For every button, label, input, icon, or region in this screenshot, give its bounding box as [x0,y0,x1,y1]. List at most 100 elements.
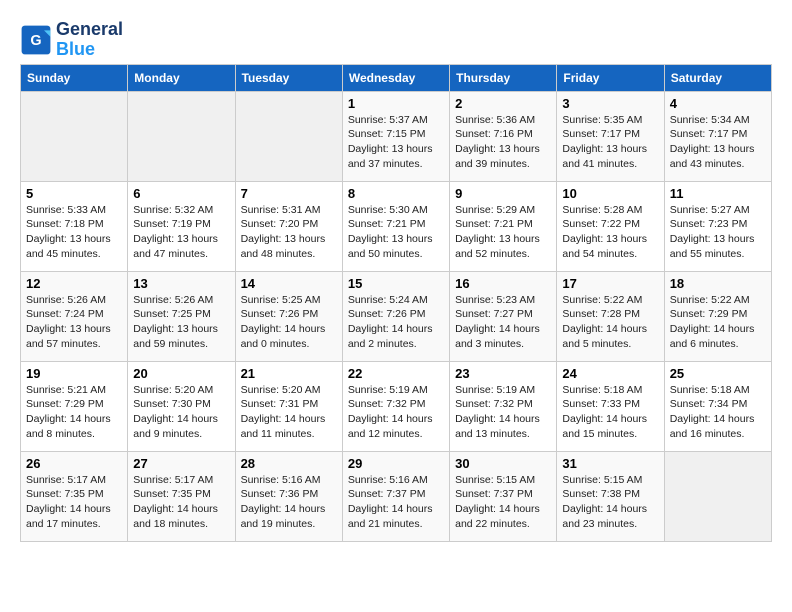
weekday-header-thursday: Thursday [450,64,557,91]
day-number: 14 [241,276,337,291]
day-info: Sunrise: 5:34 AM Sunset: 7:17 PM Dayligh… [670,113,766,172]
day-cell: 22 Sunrise: 5:19 AM Sunset: 7:32 PM Dayli… [342,361,449,451]
day-number: 10 [562,186,658,201]
week-row-3: 12 Sunrise: 5:26 AM Sunset: 7:24 PM Dayli… [21,271,772,361]
day-cell [21,91,128,181]
day-cell: 10 Sunrise: 5:28 AM Sunset: 7:22 PM Dayli… [557,181,664,271]
day-info: Sunrise: 5:32 AM Sunset: 7:19 PM Dayligh… [133,203,229,262]
day-cell [664,451,771,541]
day-number: 9 [455,186,551,201]
day-info: Sunrise: 5:31 AM Sunset: 7:20 PM Dayligh… [241,203,337,262]
day-info: Sunrise: 5:26 AM Sunset: 7:24 PM Dayligh… [26,293,122,352]
weekday-header-sunday: Sunday [21,64,128,91]
day-number: 13 [133,276,229,291]
day-cell: 11 Sunrise: 5:27 AM Sunset: 7:23 PM Dayli… [664,181,771,271]
day-cell [128,91,235,181]
day-cell: 2 Sunrise: 5:36 AM Sunset: 7:16 PM Daylig… [450,91,557,181]
day-cell: 5 Sunrise: 5:33 AM Sunset: 7:18 PM Daylig… [21,181,128,271]
day-info: Sunrise: 5:35 AM Sunset: 7:17 PM Dayligh… [562,113,658,172]
day-cell: 28 Sunrise: 5:16 AM Sunset: 7:36 PM Dayli… [235,451,342,541]
day-number: 27 [133,456,229,471]
day-number: 4 [670,96,766,111]
day-info: Sunrise: 5:22 AM Sunset: 7:28 PM Dayligh… [562,293,658,352]
day-info: Sunrise: 5:37 AM Sunset: 7:15 PM Dayligh… [348,113,444,172]
svg-text:G: G [30,33,41,49]
day-info: Sunrise: 5:15 AM Sunset: 7:37 PM Dayligh… [455,473,551,532]
day-cell: 6 Sunrise: 5:32 AM Sunset: 7:19 PM Daylig… [128,181,235,271]
day-cell: 21Sunrise: 5:20 AM Sunset: 7:31 PM Dayli… [235,361,342,451]
day-info: Sunrise: 5:29 AM Sunset: 7:21 PM Dayligh… [455,203,551,262]
day-number: 21 [241,366,337,381]
day-cell: 20Sunrise: 5:20 AM Sunset: 7:30 PM Dayli… [128,361,235,451]
logo: G General Blue [20,20,123,60]
day-number: 28 [241,456,337,471]
day-info: Sunrise: 5:26 AM Sunset: 7:25 PM Dayligh… [133,293,229,352]
day-cell: 19Sunrise: 5:21 AM Sunset: 7:29 PM Dayli… [21,361,128,451]
logo-text-line2: Blue [56,40,123,60]
day-info: Sunrise: 5:18 AM Sunset: 7:34 PM Dayligh… [670,383,766,442]
day-number: 16 [455,276,551,291]
day-info: Sunrise: 5:25 AM Sunset: 7:26 PM Dayligh… [241,293,337,352]
day-number: 29 [348,456,444,471]
day-info: Sunrise: 5:19 AM Sunset: 7:32 PM Dayligh… [348,383,444,442]
day-number: 18 [670,276,766,291]
weekday-header-friday: Friday [557,64,664,91]
day-cell: 3 Sunrise: 5:35 AM Sunset: 7:17 PM Daylig… [557,91,664,181]
day-number: 26 [26,456,122,471]
day-cell: 7Sunrise: 5:31 AM Sunset: 7:20 PM Daylig… [235,181,342,271]
day-cell: 24 Sunrise: 5:18 AM Sunset: 7:33 PM Dayli… [557,361,664,451]
weekday-header-tuesday: Tuesday [235,64,342,91]
day-cell: 15Sunrise: 5:24 AM Sunset: 7:26 PM Dayli… [342,271,449,361]
day-number: 31 [562,456,658,471]
day-info: Sunrise: 5:23 AM Sunset: 7:27 PM Dayligh… [455,293,551,352]
week-row-2: 5 Sunrise: 5:33 AM Sunset: 7:18 PM Daylig… [21,181,772,271]
day-number: 6 [133,186,229,201]
day-number: 25 [670,366,766,381]
day-number: 5 [26,186,122,201]
day-info: Sunrise: 5:33 AM Sunset: 7:18 PM Dayligh… [26,203,122,262]
day-info: Sunrise: 5:28 AM Sunset: 7:22 PM Dayligh… [562,203,658,262]
day-info: Sunrise: 5:36 AM Sunset: 7:16 PM Dayligh… [455,113,551,172]
week-row-1: 1 Sunrise: 5:37 AM Sunset: 7:15 PM Daylig… [21,91,772,181]
day-number: 30 [455,456,551,471]
day-number: 11 [670,186,766,201]
day-cell: 12 Sunrise: 5:26 AM Sunset: 7:24 PM Dayli… [21,271,128,361]
day-cell: 9 Sunrise: 5:29 AM Sunset: 7:21 PM Daylig… [450,181,557,271]
day-info: Sunrise: 5:18 AM Sunset: 7:33 PM Dayligh… [562,383,658,442]
day-info: Sunrise: 5:16 AM Sunset: 7:37 PM Dayligh… [348,473,444,532]
logo-icon: G [20,24,52,56]
weekday-header-row: SundayMondayTuesdayWednesdayThursdayFrid… [21,64,772,91]
day-number: 3 [562,96,658,111]
day-info: Sunrise: 5:20 AM Sunset: 7:30 PM Dayligh… [133,383,229,442]
header: G General Blue [20,20,772,60]
calendar-table: SundayMondayTuesdayWednesdayThursdayFrid… [20,64,772,542]
week-row-5: 26Sunrise: 5:17 AM Sunset: 7:35 PM Dayli… [21,451,772,541]
day-number: 2 [455,96,551,111]
day-cell: 4 Sunrise: 5:34 AM Sunset: 7:17 PM Daylig… [664,91,771,181]
day-number: 12 [26,276,122,291]
logo-text-line1: General [56,20,123,40]
weekday-header-saturday: Saturday [664,64,771,91]
day-cell: 25 Sunrise: 5:18 AM Sunset: 7:34 PM Dayli… [664,361,771,451]
day-cell: 29 Sunrise: 5:16 AM Sunset: 7:37 PM Dayli… [342,451,449,541]
day-info: Sunrise: 5:27 AM Sunset: 7:23 PM Dayligh… [670,203,766,262]
day-info: Sunrise: 5:22 AM Sunset: 7:29 PM Dayligh… [670,293,766,352]
day-number: 8 [348,186,444,201]
day-cell: 14 Sunrise: 5:25 AM Sunset: 7:26 PM Dayli… [235,271,342,361]
day-number: 22 [348,366,444,381]
day-number: 1 [348,96,444,111]
day-cell: 30 Sunrise: 5:15 AM Sunset: 7:37 PM Dayli… [450,451,557,541]
day-number: 24 [562,366,658,381]
day-cell: 8 Sunrise: 5:30 AM Sunset: 7:21 PM Daylig… [342,181,449,271]
day-cell: 1 Sunrise: 5:37 AM Sunset: 7:15 PM Daylig… [342,91,449,181]
day-cell: 26Sunrise: 5:17 AM Sunset: 7:35 PM Dayli… [21,451,128,541]
week-row-4: 19Sunrise: 5:21 AM Sunset: 7:29 PM Dayli… [21,361,772,451]
day-number: 17 [562,276,658,291]
day-number: 15 [348,276,444,291]
day-info: Sunrise: 5:30 AM Sunset: 7:21 PM Dayligh… [348,203,444,262]
day-cell: 18 Sunrise: 5:22 AM Sunset: 7:29 PM Dayli… [664,271,771,361]
day-number: 19 [26,366,122,381]
day-info: Sunrise: 5:19 AM Sunset: 7:32 PM Dayligh… [455,383,551,442]
day-cell: 27Sunrise: 5:17 AM Sunset: 7:35 PM Dayli… [128,451,235,541]
day-info: Sunrise: 5:16 AM Sunset: 7:36 PM Dayligh… [241,473,337,532]
